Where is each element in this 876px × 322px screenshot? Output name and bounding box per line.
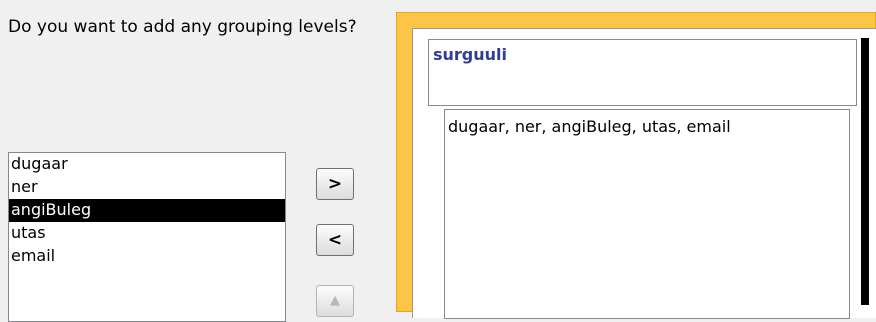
add-grouping-button[interactable]: > (316, 168, 354, 200)
detail-fields-box (444, 109, 850, 319)
available-fields-list[interactable]: dugaar ner angiBuleg utas email (8, 152, 286, 322)
grouping-question: Do you want to add any grouping levels? (8, 17, 357, 37)
preview-shadow (861, 38, 869, 305)
list-item-utas[interactable]: utas (9, 222, 285, 245)
group-header-label: surguuli (433, 45, 508, 64)
priority-up-button[interactable]: ▲ (316, 285, 354, 317)
list-item-email[interactable]: email (9, 245, 285, 268)
list-item-dugaar[interactable]: dugaar (9, 153, 285, 176)
detail-fields-label: dugaar, ner, angiBuleg, utas, email (448, 117, 731, 136)
remove-grouping-button[interactable]: < (316, 224, 354, 256)
list-item-angibuleg[interactable]: angiBuleg (9, 199, 285, 222)
list-item-ner[interactable]: ner (9, 176, 285, 199)
